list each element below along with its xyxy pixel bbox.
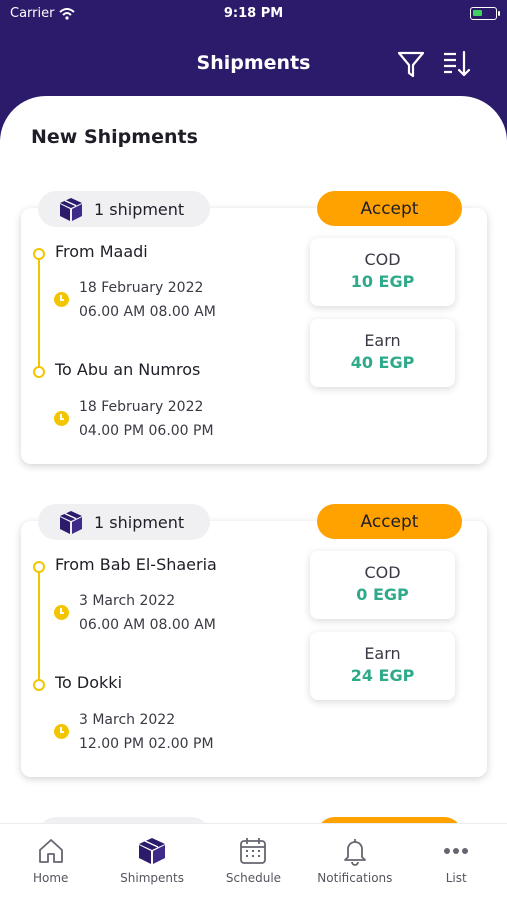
cod-box: COD 0 EGP bbox=[310, 551, 455, 619]
tab-label: Schedule bbox=[225, 871, 282, 885]
shipment-count: 1 shipment bbox=[94, 199, 185, 219]
earn-label: Earn bbox=[364, 331, 401, 350]
pickup-date: 3 March 2022 bbox=[79, 593, 176, 609]
cod-label: COD bbox=[364, 250, 401, 269]
bell-icon bbox=[343, 839, 366, 866]
box-icon bbox=[60, 198, 82, 221]
tab-label: Notifications bbox=[317, 871, 393, 885]
delivery-time: 04.00 PM 06.00 PM bbox=[79, 423, 214, 439]
clock-icon bbox=[54, 724, 69, 739]
pickup-time: 06.00 AM 08.00 AM bbox=[79, 617, 216, 633]
shipment-count: 1 shipment bbox=[94, 512, 185, 532]
tab-list[interactable]: List bbox=[406, 824, 507, 900]
cod-value: 0 EGP bbox=[356, 585, 409, 604]
shipment-card[interactable]: 1 shipment Accept From Bab El-Shaeria 3 … bbox=[21, 504, 487, 777]
tab-label: List bbox=[445, 871, 467, 885]
page-title: Shipments bbox=[196, 52, 311, 74]
delivery-date: 3 March 2022 bbox=[79, 712, 176, 728]
earn-box: Earn 24 EGP bbox=[310, 632, 455, 700]
cod-label: COD bbox=[364, 563, 401, 582]
tab-bar: Home Shimpents Schedule Notifications Li… bbox=[0, 823, 507, 900]
pickup-date: 18 February 2022 bbox=[79, 280, 204, 296]
section-title: New Shipments bbox=[31, 126, 198, 148]
home-icon bbox=[38, 839, 63, 863]
cod-value: 10 EGP bbox=[350, 272, 415, 291]
origin-label: From Bab El-Shaeria bbox=[55, 555, 217, 574]
clock-icon bbox=[54, 411, 69, 426]
more-icon bbox=[444, 848, 469, 854]
destination-dot bbox=[33, 679, 45, 691]
earn-label: Earn bbox=[364, 644, 401, 663]
route-line bbox=[38, 566, 40, 686]
pickup-time: 06.00 AM 08.00 AM bbox=[79, 304, 216, 320]
destination-label: To Abu an Numros bbox=[55, 360, 201, 379]
tab-schedule[interactable]: Schedule bbox=[203, 824, 304, 900]
accept-button[interactable]: Accept bbox=[317, 191, 462, 226]
shipment-card[interactable]: 1 shipment Accept From Maadi 18 February… bbox=[21, 191, 487, 464]
clock-icon bbox=[54, 605, 69, 620]
delivery-time: 12.00 PM 02.00 PM bbox=[79, 736, 214, 752]
shipment-count-pill: 1 shipment bbox=[38, 504, 210, 540]
origin-label: From Maadi bbox=[55, 242, 148, 261]
destination-label: To Dokki bbox=[55, 673, 123, 692]
tab-home[interactable]: Home bbox=[0, 824, 101, 900]
tab-label: Shimpents bbox=[120, 871, 184, 885]
calendar-icon bbox=[240, 838, 267, 864]
delivery-date: 18 February 2022 bbox=[79, 399, 204, 415]
route-line bbox=[38, 253, 40, 373]
earn-value: 24 EGP bbox=[350, 666, 415, 685]
clock-time: 9:18 PM bbox=[223, 6, 284, 21]
tab-notifications[interactable]: Notifications bbox=[304, 824, 405, 900]
cod-box: COD 10 EGP bbox=[310, 238, 455, 306]
destination-dot bbox=[33, 366, 45, 378]
clock-icon bbox=[54, 292, 69, 307]
box-icon bbox=[139, 838, 166, 864]
shipment-count-pill: 1 shipment bbox=[38, 191, 210, 227]
filter-icon[interactable] bbox=[395, 48, 427, 80]
earn-box: Earn 40 EGP bbox=[310, 319, 455, 387]
sort-icon[interactable] bbox=[440, 48, 472, 80]
origin-dot bbox=[33, 248, 45, 260]
status-bar: Carrier 9:18 PM bbox=[0, 6, 507, 24]
tab-shipments[interactable]: Shimpents bbox=[102, 824, 203, 900]
accept-button[interactable]: Accept bbox=[317, 504, 462, 539]
origin-dot bbox=[33, 561, 45, 573]
earn-value: 40 EGP bbox=[350, 353, 415, 372]
battery-icon bbox=[470, 7, 500, 20]
box-icon bbox=[60, 511, 82, 534]
tab-label: Home bbox=[32, 871, 69, 885]
